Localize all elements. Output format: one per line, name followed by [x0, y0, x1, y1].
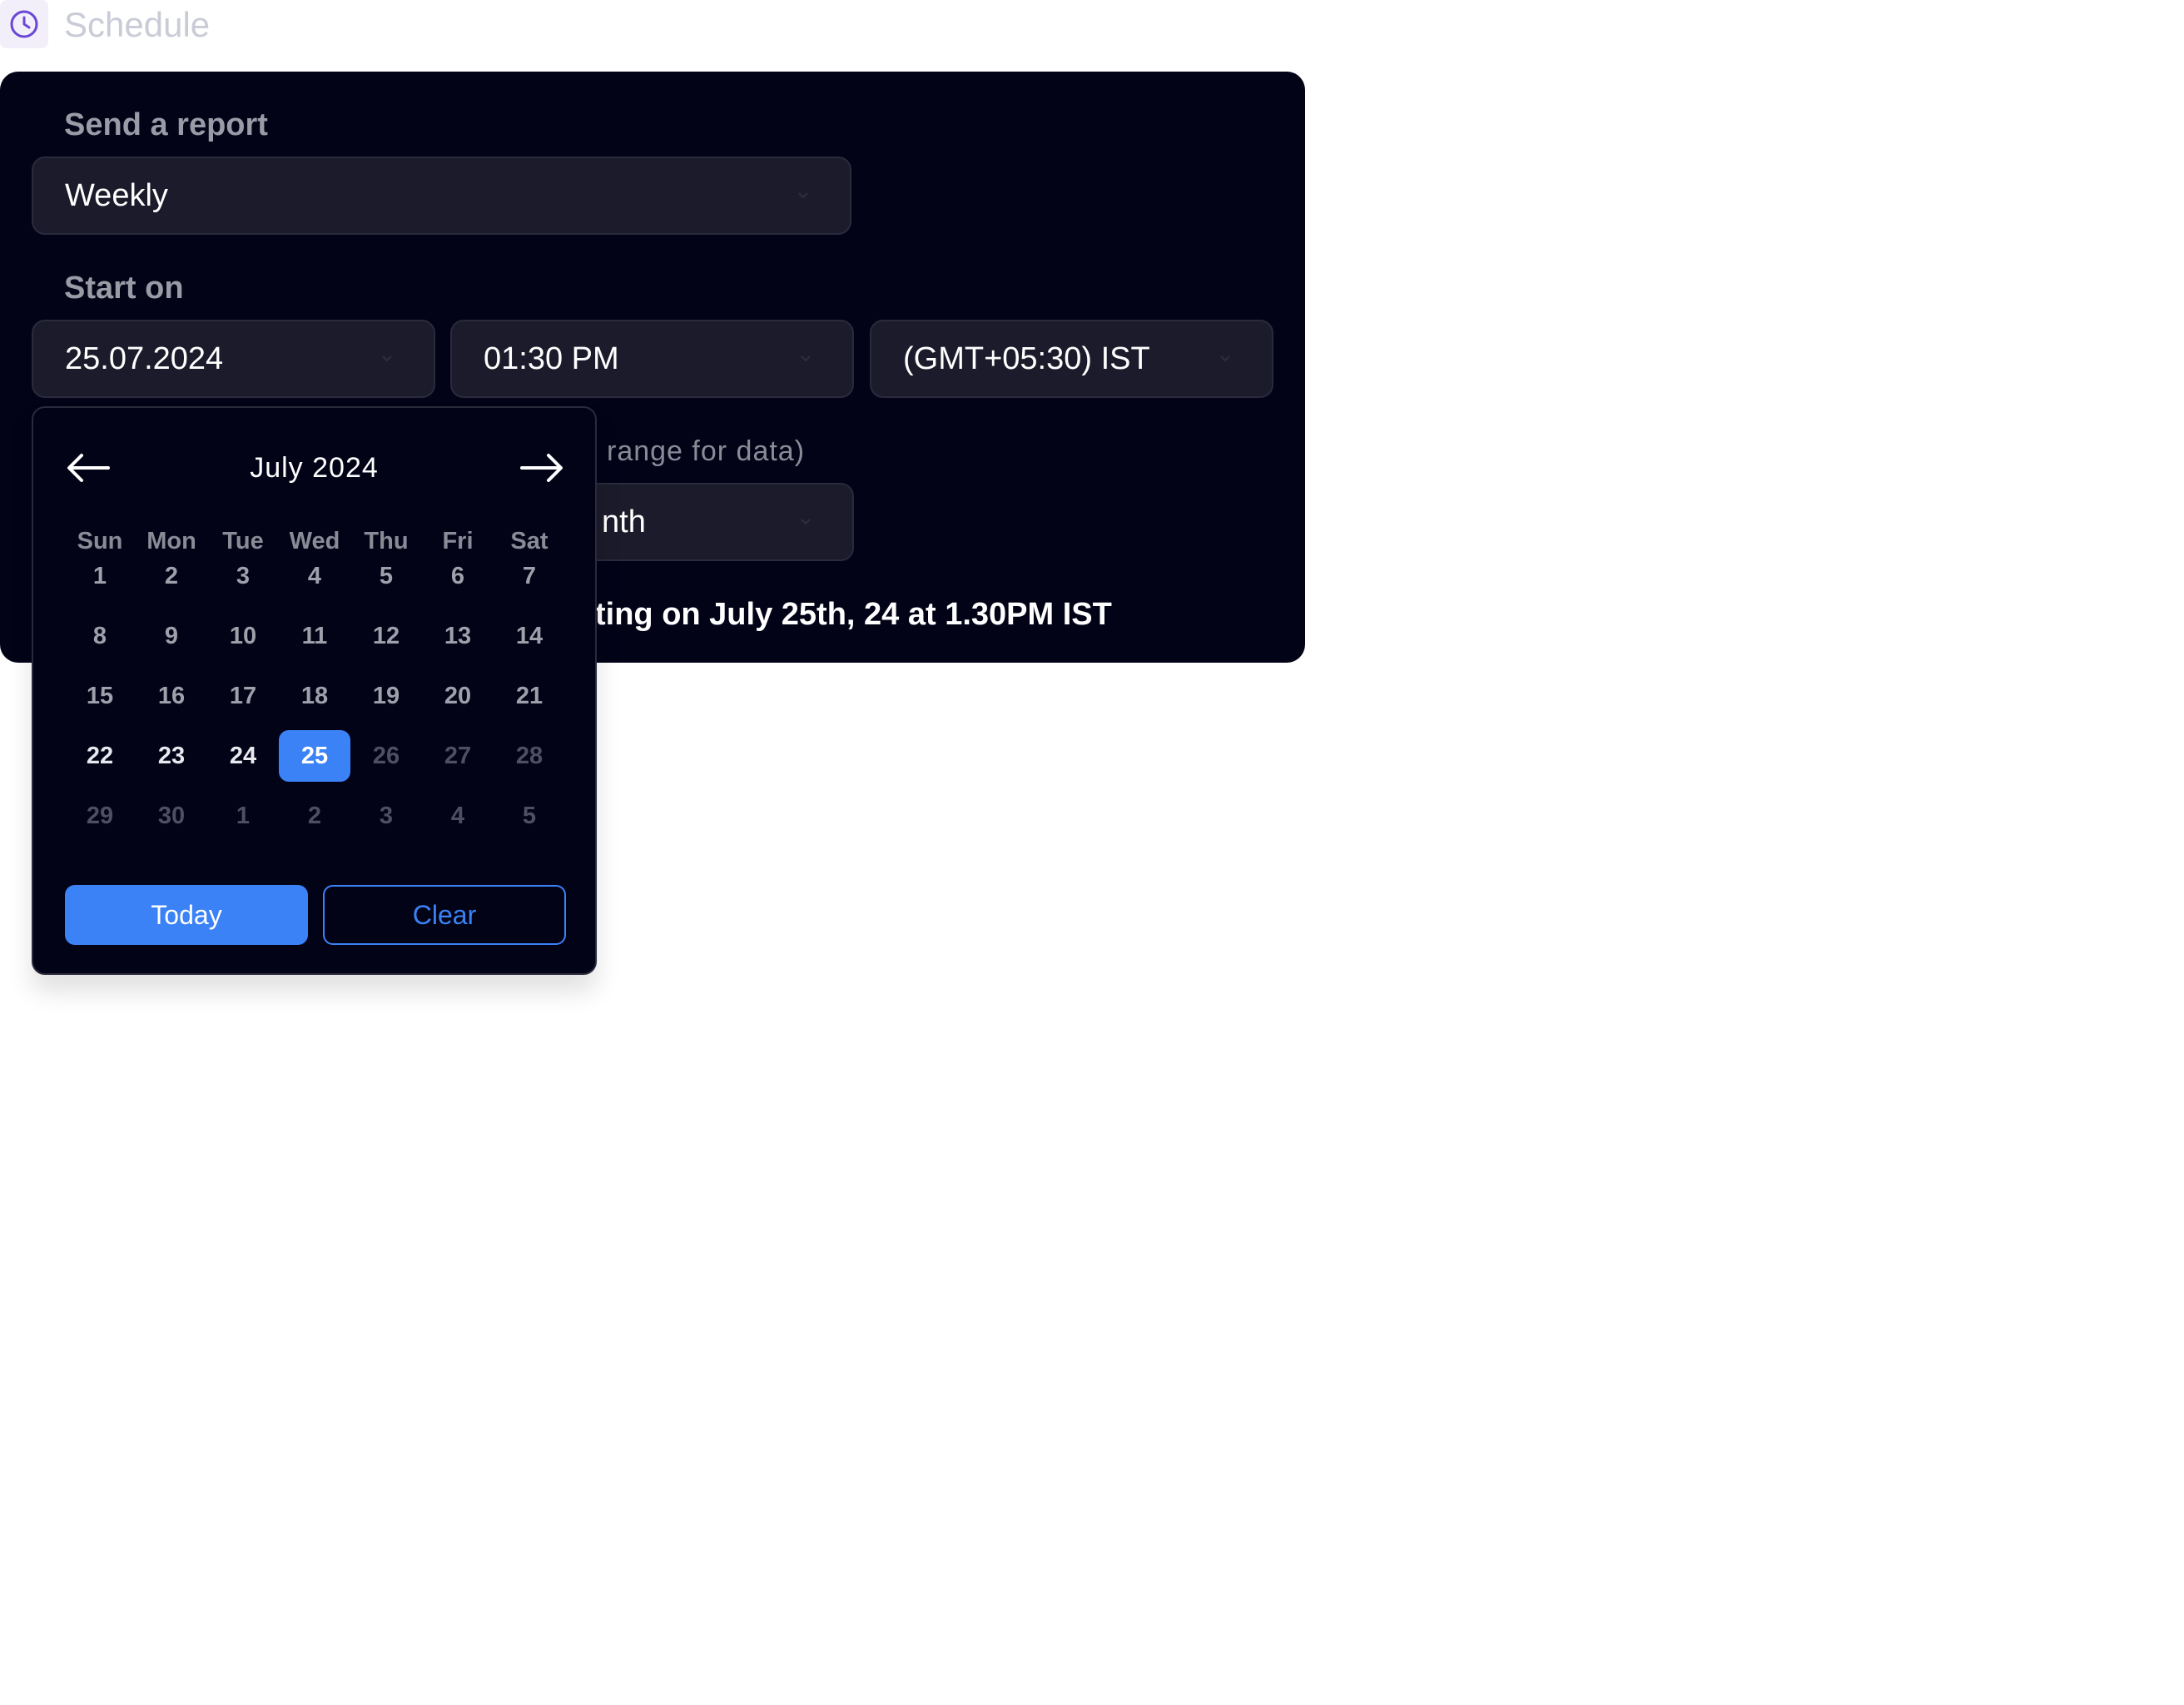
calendar-day[interactable]: 24 — [207, 730, 279, 782]
calendar-day[interactable]: 3 — [207, 550, 279, 602]
timezone-select[interactable]: (GMT+05:30) IST — [870, 320, 1273, 398]
calendar-day[interactable]: 1 — [64, 550, 136, 602]
arrow-right-icon — [520, 454, 563, 482]
chevron-down-icon — [801, 519, 811, 525]
calendar-day[interactable]: 21 — [494, 670, 565, 722]
today-button[interactable]: Today — [65, 885, 308, 945]
calendar-day[interactable]: 12 — [350, 610, 422, 662]
chevron-down-icon — [382, 355, 392, 362]
calendar-day[interactable]: 28 — [494, 730, 565, 782]
date-value: 25.07.2024 — [65, 341, 224, 376]
calendar-month-title: July 2024 — [250, 452, 379, 484]
timezone-value: (GMT+05:30) IST — [903, 341, 1150, 376]
calendar-day[interactable]: 11 — [279, 610, 350, 662]
page-title: Schedule — [64, 5, 211, 44]
calendar-day[interactable]: 6 — [422, 550, 494, 602]
clear-button[interactable]: Clear — [323, 885, 566, 945]
calendar-day[interactable]: 18 — [279, 670, 350, 722]
calendar-day[interactable]: 2 — [279, 790, 350, 842]
schedule-summary: ting on July 25th, 24 at 1.30PM IST — [595, 597, 1112, 632]
calendar-day-selected[interactable]: 25 — [279, 730, 350, 782]
calendar-day[interactable]: 4 — [422, 790, 494, 842]
calendar-day[interactable]: 23 — [136, 730, 207, 782]
calendar-day[interactable]: 20 — [422, 670, 494, 722]
calendar-day[interactable]: 22 — [64, 730, 136, 782]
calendar-day[interactable]: 5 — [350, 550, 422, 602]
calendar-day[interactable]: 1 — [207, 790, 279, 842]
calendar-day[interactable]: 5 — [494, 790, 565, 842]
schedule-page: Schedule Send a report Weekly Start on 2… — [0, 0, 1305, 1019]
calendar-day[interactable]: 13 — [422, 610, 494, 662]
start-on-label: Start on — [64, 271, 184, 306]
calendar-day[interactable]: 4 — [279, 550, 350, 602]
calendar-day[interactable]: 27 — [422, 730, 494, 782]
calendar-day[interactable]: 29 — [64, 790, 136, 842]
calendar-day[interactable]: 19 — [350, 670, 422, 722]
chevron-down-icon — [1220, 355, 1230, 362]
time-value: 01:30 PM — [484, 341, 619, 376]
chevron-down-icon — [801, 355, 811, 362]
calendar-day[interactable]: 8 — [64, 610, 136, 662]
calendar-day[interactable]: 7 — [494, 550, 565, 602]
send-report-label: Send a report — [64, 107, 268, 142]
calendar-day[interactable]: 15 — [64, 670, 136, 722]
calendar-day[interactable]: 16 — [136, 670, 207, 722]
calendar-day[interactable]: 30 — [136, 790, 207, 842]
calendar-day[interactable]: 3 — [350, 790, 422, 842]
frequency-value: Weekly — [65, 177, 168, 213]
calendar-day[interactable]: 14 — [494, 610, 565, 662]
time-select[interactable]: 01:30 PM — [450, 320, 854, 398]
calendar-day[interactable]: 17 — [207, 670, 279, 722]
chevron-down-icon — [798, 192, 808, 199]
data-range-label: range for data) — [607, 435, 806, 467]
calendar-day[interactable]: 26 — [350, 730, 422, 782]
date-select[interactable]: 25.07.2024 — [32, 320, 435, 398]
calendar-day[interactable]: 9 — [136, 610, 207, 662]
calendar-day[interactable]: 2 — [136, 550, 207, 602]
date-picker-popover: July 2024 Sun Mon Tue Wed Thu Fri Sat 12345678… — [32, 406, 597, 975]
next-month-button[interactable] — [519, 451, 565, 485]
data-range-value: nth — [602, 504, 646, 539]
clock-icon — [0, 0, 48, 48]
frequency-select[interactable]: Weekly — [32, 157, 851, 235]
calendar-day[interactable]: 10 — [207, 610, 279, 662]
